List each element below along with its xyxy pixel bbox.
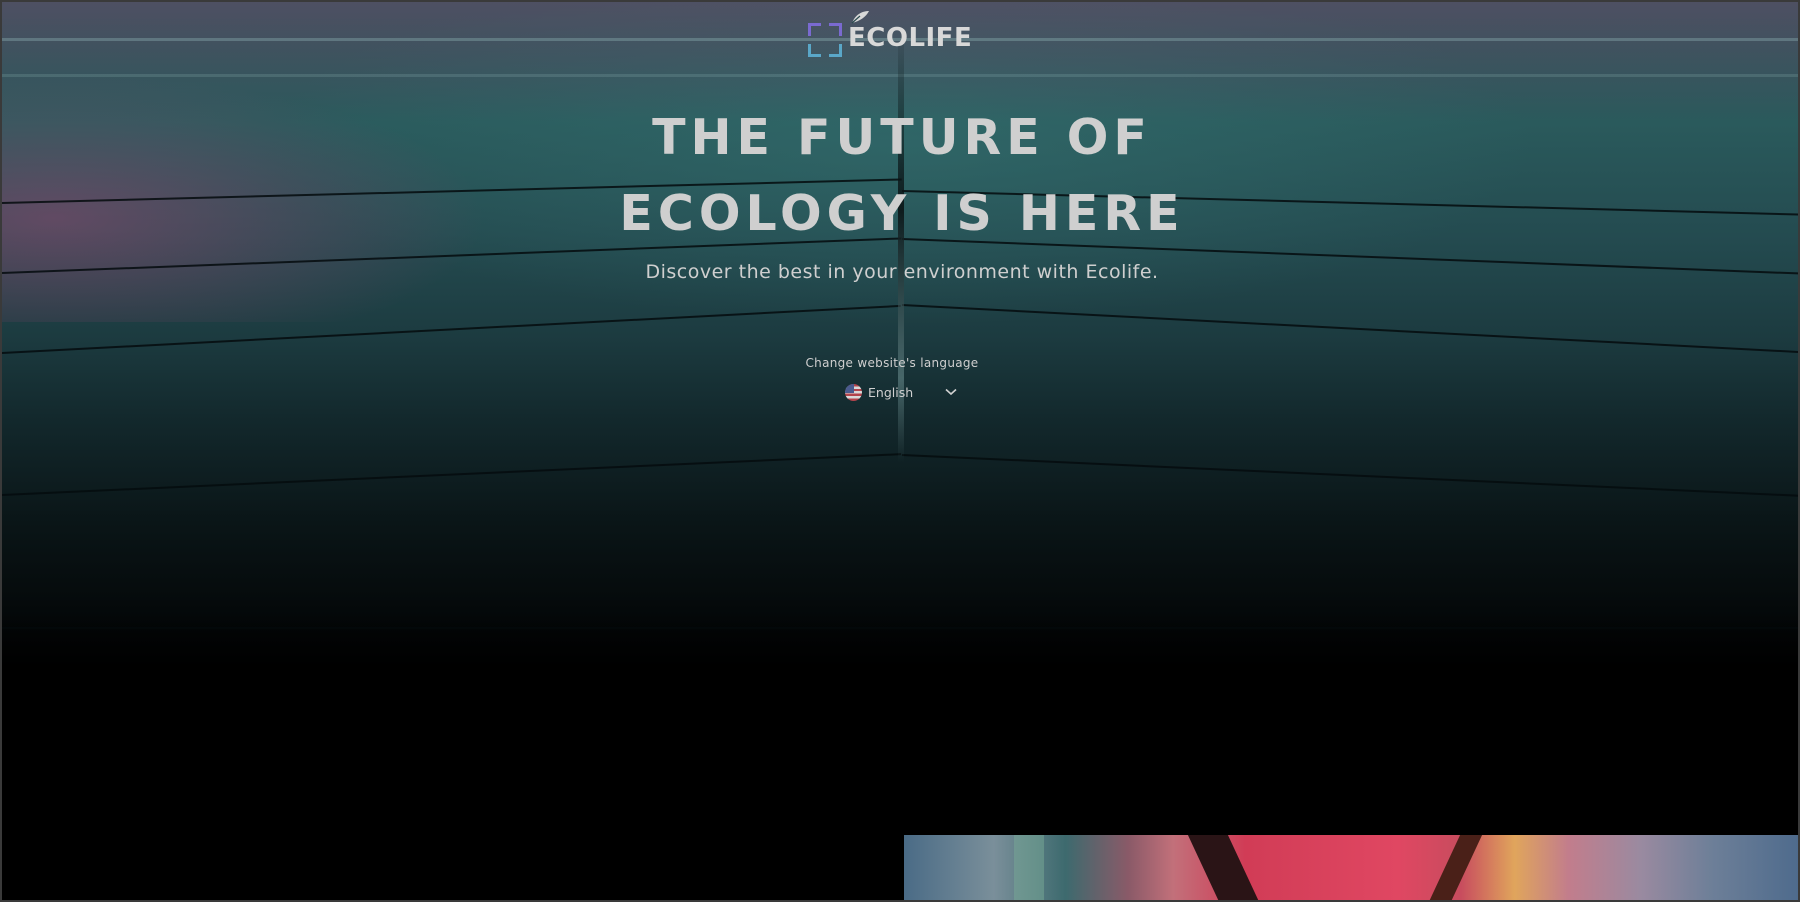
teaser-image-beam [1427, 835, 1483, 900]
hero-title: THE FUTURE OF ECOLOGY IS HERE [452, 100, 1352, 252]
floor-seam [901, 454, 1798, 497]
language-selected-value: English [868, 384, 914, 400]
teaser-image-streak [1014, 835, 1044, 900]
language-select[interactable]: English [845, 381, 961, 403]
language-label: Change website's language [805, 356, 979, 370]
logo-mark-icon [806, 19, 844, 57]
leaf-icon [851, 11, 869, 24]
brand-logo[interactable]: ECOLIFE [806, 11, 972, 62]
hero-title-line2: ECOLOGY IS HERE [619, 185, 1185, 242]
floor-seam [2, 453, 902, 496]
brand-name: ECOLIFE [848, 11, 972, 53]
floor-shade [2, 612, 1798, 670]
floor-seam [901, 304, 1798, 354]
page: ECOLIFE THE FUTURE OF ECOLOGY IS HERE Di… [0, 0, 1800, 902]
teaser-image-beam [1187, 835, 1261, 900]
us-flag-icon [845, 383, 862, 401]
teaser-image [904, 835, 1798, 900]
hero-subtitle: Discover the best in your environment wi… [645, 261, 1159, 283]
chevron-down-icon[interactable] [945, 388, 957, 396]
hero-title-line1: THE FUTURE OF [652, 109, 1152, 166]
